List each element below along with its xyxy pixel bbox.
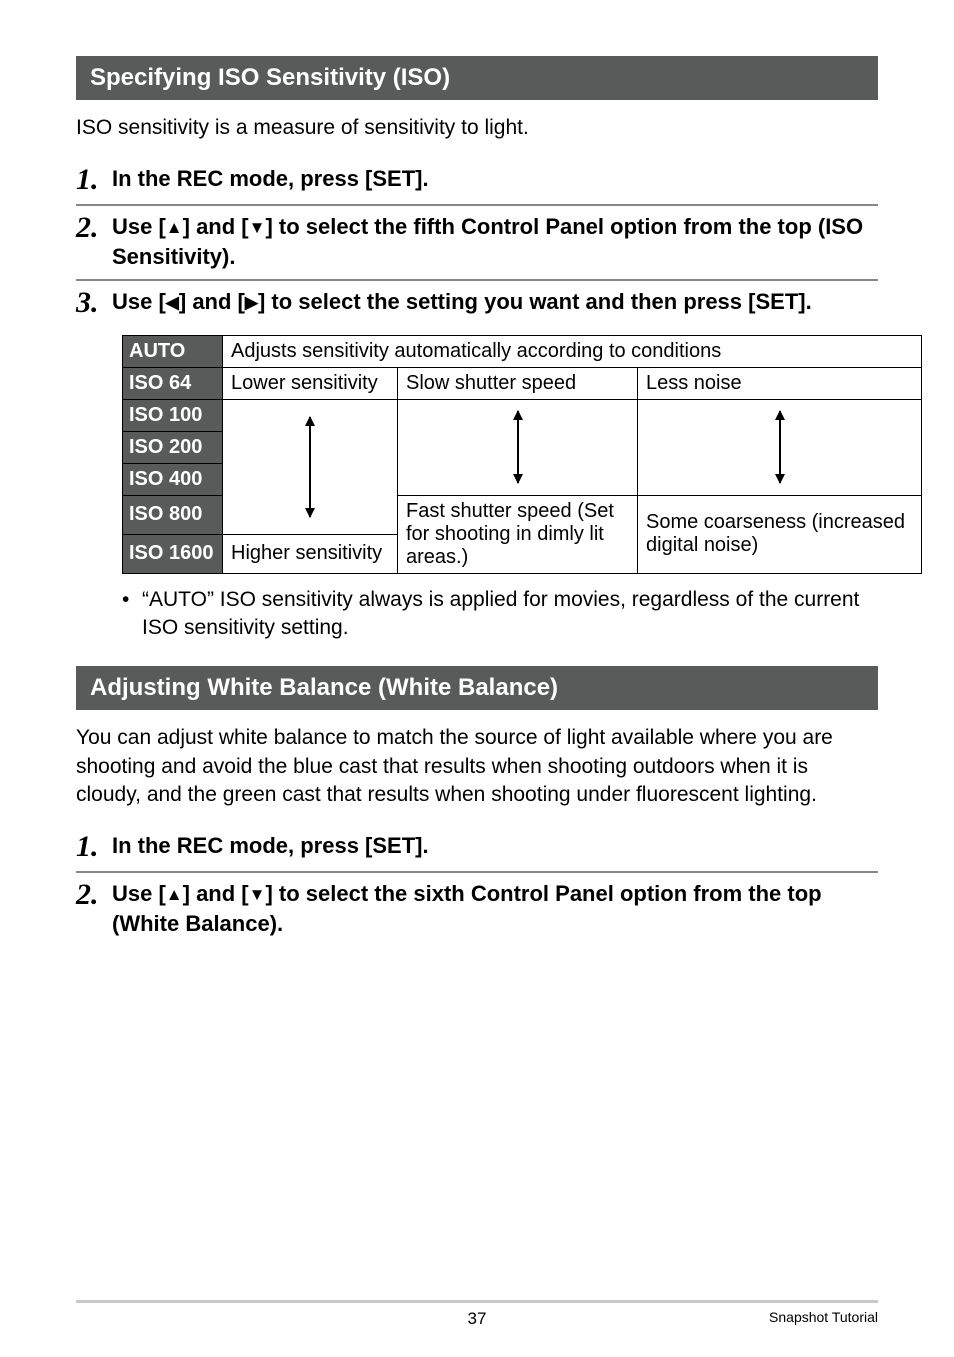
down-triangle-icon: ▼ <box>249 884 266 907</box>
iso-step-1: 1. In the REC mode, press [SET]. <box>76 158 878 204</box>
iso-step-3: 3. Use [◀] and [▶] to select the setting… <box>76 281 878 327</box>
iso-row-label: ISO 400 <box>123 463 223 495</box>
step-text: Use [◀] and [▶] to select the setting yo… <box>112 287 812 317</box>
iso-row-label: ISO 100 <box>123 399 223 431</box>
iso-note-text: “AUTO” ISO sensitivity always is applied… <box>142 586 878 643</box>
step-number: 1. <box>76 831 112 863</box>
table-row: ISO 64 Lower sensitivity Slow shutter sp… <box>123 367 922 399</box>
iso-row-label: ISO 64 <box>123 367 223 399</box>
step-number: 3. <box>76 287 112 319</box>
sensitivity-low: Lower sensitivity <box>223 367 398 399</box>
step-text: In the REC mode, press [SET]. <box>112 164 429 194</box>
noise-more: Some coarseness (increased digital noise… <box>638 495 922 573</box>
section-title-iso: Specifying ISO Sensitivity (ISO) <box>76 56 878 100</box>
step-number: 2. <box>76 212 112 244</box>
shutter-arrow-cell <box>398 399 638 495</box>
left-triangle-icon: ◀ <box>166 292 179 315</box>
iso-step-2: 2. Use [▲] and [▼] to select the fifth C… <box>76 206 878 279</box>
step-text: Use [▲] and [▼] to select the sixth Cont… <box>112 879 878 938</box>
shutter-fast: Fast shutter speed (Set for shooting in … <box>398 495 638 573</box>
bullet-icon: • <box>122 586 142 643</box>
wb-step-1: 1. In the REC mode, press [SET]. <box>76 825 878 871</box>
iso-table: AUTO Adjusts sensitivity automatically a… <box>122 335 922 574</box>
footer-divider <box>76 1300 878 1303</box>
up-triangle-icon: ▲ <box>166 217 183 240</box>
step-number: 1. <box>76 164 112 196</box>
iso-row-label: ISO 800 <box>123 495 223 534</box>
iso-row-label: ISO 1600 <box>123 534 223 573</box>
section-title-wb: Adjusting White Balance (White Balance) <box>76 666 878 710</box>
table-row: ISO 100 <box>123 399 922 431</box>
step-text: Use [▲] and [▼] to select the fifth Cont… <box>112 212 878 271</box>
noise-less: Less noise <box>638 367 922 399</box>
iso-auto-desc: Adjusts sensitivity automatically accord… <box>223 335 922 367</box>
iso-auto-label: AUTO <box>123 335 223 367</box>
sensitivity-arrow-cell <box>223 399 398 534</box>
sensitivity-high: Higher sensitivity <box>223 534 398 573</box>
step-text: In the REC mode, press [SET]. <box>112 831 429 861</box>
noise-arrow-cell <box>638 399 922 495</box>
iso-row-label: ISO 200 <box>123 431 223 463</box>
shutter-slow: Slow shutter speed <box>398 367 638 399</box>
wb-intro: You can adjust white balance to match th… <box>76 724 878 809</box>
page-footer: 37 Snapshot Tutorial <box>0 1300 954 1329</box>
iso-note: • “AUTO” ISO sensitivity always is appli… <box>122 586 878 643</box>
up-triangle-icon: ▲ <box>166 884 183 907</box>
iso-intro: ISO sensitivity is a measure of sensitiv… <box>76 114 878 142</box>
double-arrow-icon <box>779 411 781 483</box>
down-triangle-icon: ▼ <box>249 217 266 240</box>
right-triangle-icon: ▶ <box>245 292 258 315</box>
table-row: AUTO Adjusts sensitivity automatically a… <box>123 335 922 367</box>
double-arrow-icon <box>309 417 311 517</box>
footer-section-name: Snapshot Tutorial <box>769 1309 878 1325</box>
wb-step-2: 2. Use [▲] and [▼] to select the sixth C… <box>76 873 878 946</box>
step-number: 2. <box>76 879 112 911</box>
double-arrow-icon <box>517 411 519 483</box>
page-number: 37 <box>468 1309 487 1329</box>
